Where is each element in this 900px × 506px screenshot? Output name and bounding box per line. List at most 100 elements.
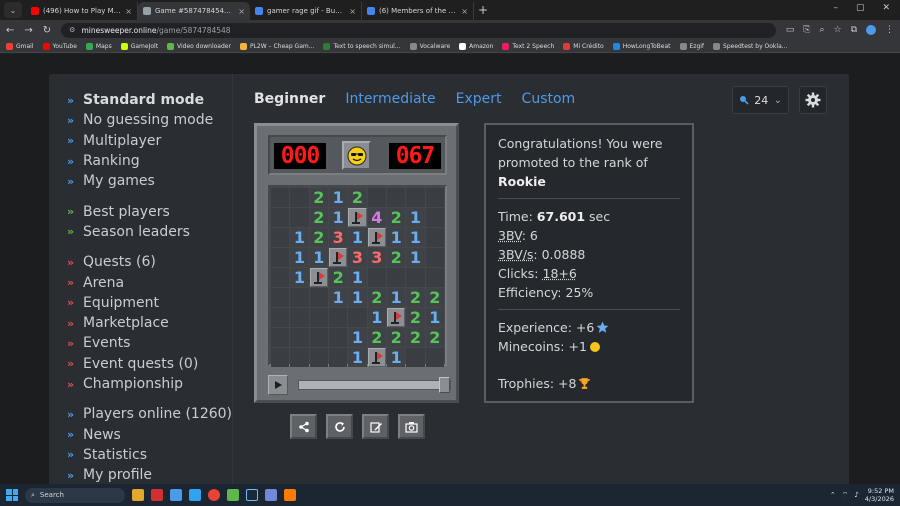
board-cell-number[interactable]: 1 — [348, 228, 367, 247]
reload-icon[interactable]: ↻ — [43, 25, 51, 36]
board-cell[interactable] — [271, 228, 290, 247]
cast-icon[interactable]: ▭ — [786, 25, 795, 35]
sidebar-item[interactable]: » Standard mode — [67, 90, 237, 110]
browser-tab[interactable]: (6) Members of the Five Nights × — [362, 2, 474, 20]
sidebar-item[interactable]: » Equipment — [67, 293, 237, 313]
bvs-label[interactable]: 3BV/s — [498, 247, 533, 262]
board-cell-number[interactable]: 2 — [406, 288, 425, 307]
sidebar-item[interactable]: » News — [67, 424, 237, 444]
site-info-icon[interactable]: ⚙ — [69, 26, 75, 34]
board-cell[interactable] — [271, 268, 290, 287]
board-cell-number[interactable]: 1 — [290, 248, 309, 267]
bookmark-item[interactable]: YouTube — [42, 42, 77, 50]
board-cell-number[interactable]: 3 — [367, 248, 386, 267]
board-cell-number[interactable]: 2 — [367, 288, 386, 307]
tab-expert[interactable]: Expert — [456, 91, 502, 107]
discord-icon[interactable] — [265, 489, 277, 501]
bookmark-item[interactable]: PL2W – Cheap Gam... — [239, 42, 314, 50]
share-button[interactable] — [290, 414, 317, 439]
wifi-icon[interactable]: ⌔ — [842, 491, 849, 500]
board-cell-number[interactable]: 1 — [387, 228, 406, 247]
app-icon[interactable] — [284, 489, 296, 501]
replay-slider-handle[interactable] — [439, 377, 450, 393]
board-cell-number[interactable]: 2 — [309, 208, 328, 227]
board-cell[interactable] — [290, 348, 309, 367]
board-cell-number[interactable]: 1 — [367, 308, 386, 327]
sidebar-item[interactable]: » No guessing mode — [67, 110, 237, 130]
board-cell[interactable] — [406, 188, 425, 207]
board-cell[interactable] — [271, 188, 290, 207]
board-cell[interactable] — [290, 188, 309, 207]
board-cell[interactable] — [290, 328, 309, 347]
extensions-icon[interactable]: ⧉ — [851, 25, 857, 35]
sidebar-item[interactable]: » Season leaders — [67, 222, 237, 242]
board-cell[interactable] — [329, 328, 348, 347]
sidebar-item[interactable]: » My profile — [67, 465, 237, 484]
bookmark-item[interactable]: Text to speech simul... — [323, 42, 401, 50]
board-cell[interactable] — [406, 348, 425, 367]
sidebar-item[interactable]: » Ranking — [67, 151, 237, 171]
bookmark-item[interactable]: Gmail — [6, 42, 34, 50]
board-cell[interactable] — [271, 348, 290, 367]
board-cell[interactable] — [367, 268, 386, 287]
sidebar-item[interactable]: » Event quests (0) — [67, 354, 237, 374]
board-cell-number[interactable]: 1 — [290, 268, 309, 287]
browser-tab[interactable]: Game #5874784548 - Minesweeper × — [138, 2, 250, 20]
sidebar-item[interactable]: » Marketplace — [67, 313, 237, 333]
start-button[interactable] — [6, 489, 18, 501]
screenshot-button[interactable] — [398, 414, 425, 439]
board-cell-number[interactable]: 1 — [406, 208, 425, 227]
board-cell-number[interactable]: 2 — [425, 328, 444, 347]
bookmark-item[interactable]: Ezgif — [679, 42, 704, 50]
sidebar-item[interactable]: » Arena — [67, 272, 237, 292]
board-cell[interactable] — [348, 308, 367, 327]
board-cell[interactable] — [425, 268, 444, 287]
board-cell-number[interactable]: 1 — [348, 328, 367, 347]
board-cell-number[interactable]: 1 — [348, 268, 367, 287]
board-cell-number[interactable]: 1 — [406, 248, 425, 267]
forward-icon[interactable]: → — [24, 25, 32, 36]
board-cell-number[interactable]: 1 — [348, 288, 367, 307]
bv-label[interactable]: 3BV — [498, 228, 522, 243]
board-cell[interactable] — [425, 248, 444, 267]
clicks-value[interactable]: 18+6 — [543, 266, 577, 281]
board-cell-number[interactable]: 1 — [387, 348, 406, 367]
translate-icon[interactable]: ⎘ — [803, 25, 810, 35]
board-cell[interactable] — [425, 228, 444, 247]
tab-custom[interactable]: Custom — [522, 91, 576, 107]
board-cell-number[interactable]: 2 — [387, 248, 406, 267]
board-cell-number[interactable]: 2 — [348, 188, 367, 207]
board-cell-number[interactable]: 1 — [348, 348, 367, 367]
restart-button[interactable] — [326, 414, 353, 439]
replay-play-button[interactable] — [268, 375, 288, 395]
board-cell-number[interactable]: 2 — [309, 188, 328, 207]
board-cell[interactable] — [425, 348, 444, 367]
profile-avatar[interactable] — [866, 25, 876, 35]
minimize-button[interactable]: – — [833, 3, 838, 13]
board-cell-number[interactable]: 3 — [348, 248, 367, 267]
board-cell[interactable] — [425, 188, 444, 207]
volume-icon[interactable]: ♪ — [854, 491, 858, 499]
bookmark-item[interactable]: Text 2 Speech — [502, 42, 554, 50]
board-cell[interactable] — [290, 288, 309, 307]
browser-tab[interactable]: (496) How to Play Minesweeper × — [26, 2, 138, 20]
board-cell-number[interactable]: 1 — [425, 308, 444, 327]
board-cell-flagged[interactable] — [348, 208, 367, 227]
bookmark-item[interactable]: Speedtest by Ookla... — [713, 42, 787, 50]
board-cell[interactable] — [329, 348, 348, 367]
board-cell-number[interactable]: 2 — [387, 208, 406, 227]
board-cell-number[interactable]: 2 — [387, 328, 406, 347]
bookmark-item[interactable]: Video downloader — [167, 42, 231, 50]
board-cell[interactable] — [271, 328, 290, 347]
clock[interactable]: 9:52 PM 4/3/2026 — [865, 487, 894, 503]
app-icon[interactable] — [151, 489, 163, 501]
board-cell-flagged[interactable] — [367, 228, 386, 247]
replay-slider[interactable] — [298, 377, 451, 393]
close-tab-icon[interactable]: × — [238, 7, 245, 16]
close-tab-icon[interactable]: × — [125, 7, 132, 16]
sidebar-item[interactable]: » Quests (6) — [67, 252, 237, 272]
board-cell[interactable] — [367, 188, 386, 207]
board-cell-number[interactable]: 2 — [406, 308, 425, 327]
chrome-icon[interactable] — [208, 489, 220, 501]
board-cell-number[interactable]: 1 — [387, 288, 406, 307]
